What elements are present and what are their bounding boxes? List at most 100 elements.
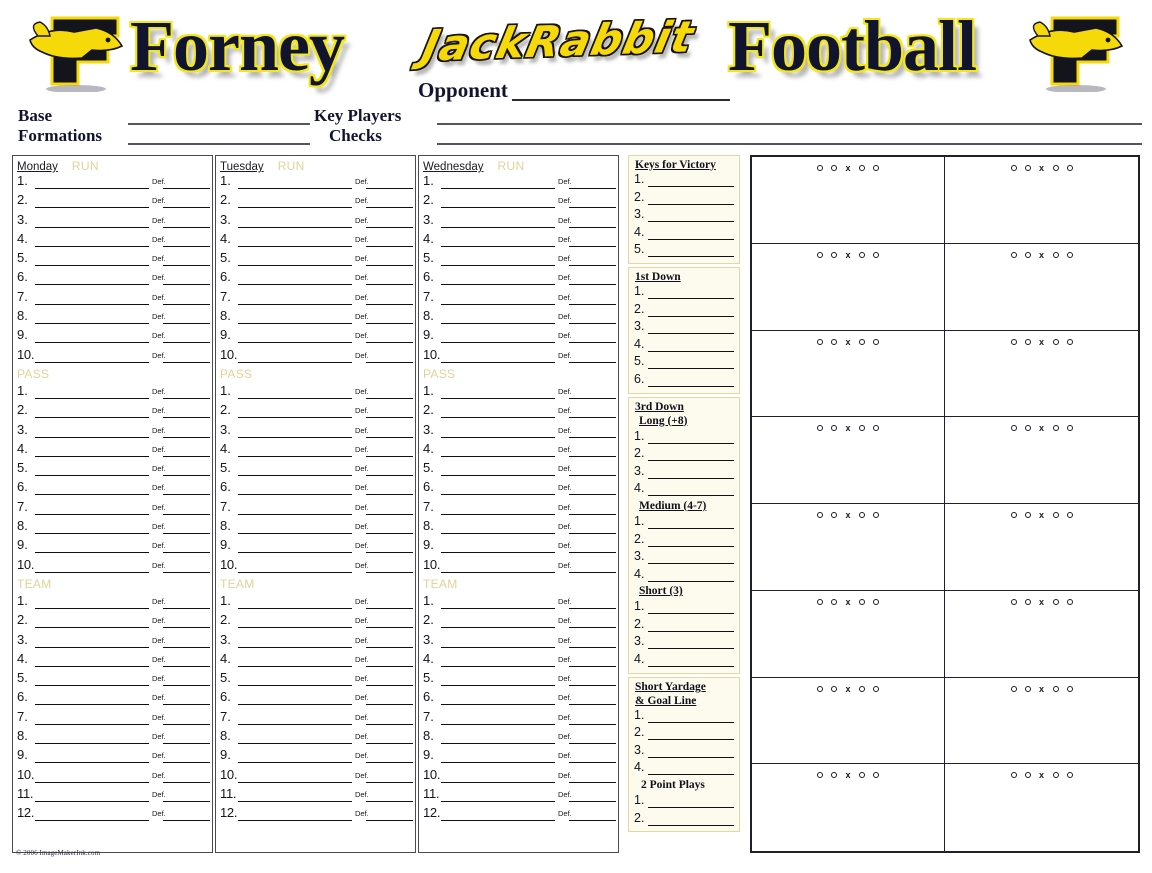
situation-call-row[interactable]: 3. xyxy=(632,319,736,337)
play-call-write-in-line[interactable] xyxy=(441,188,555,189)
defense-write-in-line[interactable] xyxy=(366,552,413,554)
defense-write-in-line[interactable] xyxy=(163,245,210,247)
play-call-write-in-line[interactable] xyxy=(441,800,555,802)
situation-write-in-line[interactable] xyxy=(648,315,734,317)
play-call-row[interactable]: 4. Def. xyxy=(216,231,415,250)
defense-write-in-line[interactable] xyxy=(366,743,413,745)
play-call-write-in-line[interactable] xyxy=(238,533,352,535)
play-call-write-in-line[interactable] xyxy=(238,704,352,706)
situation-write-in-line[interactable] xyxy=(648,563,734,565)
play-call-write-in-line[interactable] xyxy=(441,646,555,648)
defense-write-in-line[interactable] xyxy=(366,607,413,609)
play-call-write-in-line[interactable] xyxy=(35,361,149,363)
defense-write-in-line[interactable] xyxy=(163,627,210,629)
play-call-write-in-line[interactable] xyxy=(441,627,555,629)
play-call-write-in-line[interactable] xyxy=(238,188,352,189)
play-call-write-in-line[interactable] xyxy=(35,743,149,745)
situation-write-in-line[interactable] xyxy=(648,477,734,479)
play-call-write-in-line[interactable] xyxy=(441,475,555,477)
play-call-write-in-line[interactable] xyxy=(238,245,352,247)
defense-write-in-line[interactable] xyxy=(163,361,210,363)
situation-call-row[interactable]: 4. xyxy=(632,481,736,499)
play-call-write-in-line[interactable] xyxy=(441,494,555,496)
defense-write-in-line[interactable] xyxy=(366,188,413,189)
defense-write-in-line[interactable] xyxy=(569,265,616,267)
play-call-row[interactable]: 7. Def. xyxy=(216,499,415,518)
defense-write-in-line[interactable] xyxy=(366,361,413,363)
play-call-write-in-line[interactable] xyxy=(441,533,555,535)
situation-call-row[interactable]: 5. xyxy=(632,354,736,372)
play-call-write-in-line[interactable] xyxy=(35,436,149,438)
defense-write-in-line[interactable] xyxy=(163,665,210,667)
defense-write-in-line[interactable] xyxy=(163,533,210,535)
defense-write-in-line[interactable] xyxy=(366,245,413,247)
play-call-row[interactable]: 5. Def. xyxy=(216,250,415,269)
play-diagram-cell[interactable]: x xyxy=(945,243,1138,331)
play-call-write-in-line[interactable] xyxy=(238,762,352,764)
defense-write-in-line[interactable] xyxy=(366,513,413,515)
play-call-write-in-line[interactable] xyxy=(441,417,555,419)
play-call-row[interactable]: 10. Def. xyxy=(216,347,415,366)
play-call-row[interactable]: 7. Def. xyxy=(13,499,212,518)
situation-write-in-line[interactable] xyxy=(648,648,734,650)
play-call-row[interactable]: 8. Def. xyxy=(13,728,212,747)
play-call-row[interactable]: 7. Def. xyxy=(419,289,618,308)
play-call-row[interactable]: 6. Def. xyxy=(419,479,618,498)
defense-write-in-line[interactable] xyxy=(163,417,210,419)
play-call-row[interactable]: 6. Def. xyxy=(216,689,415,708)
play-call-write-in-line[interactable] xyxy=(238,665,352,667)
play-call-write-in-line[interactable] xyxy=(441,820,555,822)
defense-write-in-line[interactable] xyxy=(163,397,210,399)
situation-write-in-line[interactable] xyxy=(648,739,734,741)
play-call-write-in-line[interactable] xyxy=(35,265,149,267)
situation-call-row[interactable]: 1. xyxy=(632,172,736,190)
play-call-row[interactable]: 5. Def. xyxy=(13,670,212,689)
play-call-row[interactable]: 10. Def. xyxy=(419,557,618,576)
play-diagram-cell[interactable]: x xyxy=(752,504,945,591)
defense-write-in-line[interactable] xyxy=(569,704,616,706)
defense-write-in-line[interactable] xyxy=(163,723,210,725)
play-diagram-cell[interactable]: x xyxy=(752,157,945,244)
play-call-write-in-line[interactable] xyxy=(35,342,149,344)
defense-write-in-line[interactable] xyxy=(569,685,616,687)
play-call-write-in-line[interactable] xyxy=(238,800,352,802)
play-call-row[interactable]: 8. Def. xyxy=(419,728,618,747)
situation-call-row[interactable]: 3. xyxy=(632,207,736,225)
play-call-row[interactable]: 9. Def. xyxy=(13,537,212,556)
play-call-row[interactable]: 2. Def. xyxy=(216,402,415,421)
play-call-row[interactable]: 3. Def. xyxy=(216,632,415,651)
play-call-write-in-line[interactable] xyxy=(238,303,352,305)
play-call-row[interactable]: 7. Def. xyxy=(13,709,212,728)
key-players-write-in-line[interactable] xyxy=(437,123,1142,125)
play-diagram-cell[interactable]: x xyxy=(752,243,945,331)
defense-write-in-line[interactable] xyxy=(366,475,413,477)
play-call-row[interactable]: 4. Def. xyxy=(419,651,618,670)
play-call-write-in-line[interactable] xyxy=(35,820,149,822)
defense-write-in-line[interactable] xyxy=(366,627,413,629)
situation-call-row[interactable]: 2. xyxy=(632,617,736,635)
defense-write-in-line[interactable] xyxy=(163,436,210,438)
play-call-row[interactable]: 2. Def. xyxy=(216,612,415,631)
play-call-row[interactable]: 9. Def. xyxy=(216,327,415,346)
play-call-row[interactable]: 6. Def. xyxy=(419,689,618,708)
situation-call-row[interactable]: 3. xyxy=(632,634,736,652)
play-call-row[interactable]: 10. Def. xyxy=(419,767,618,786)
play-call-row[interactable]: 3. Def. xyxy=(419,422,618,441)
play-call-write-in-line[interactable] xyxy=(35,781,149,783)
defense-write-in-line[interactable] xyxy=(366,265,413,267)
play-call-row[interactable]: 6. Def. xyxy=(13,479,212,498)
play-call-row[interactable]: 7. Def. xyxy=(419,709,618,728)
situation-call-row[interactable]: 4. xyxy=(632,225,736,243)
defense-write-in-line[interactable] xyxy=(366,762,413,764)
play-call-write-in-line[interactable] xyxy=(441,342,555,344)
defense-write-in-line[interactable] xyxy=(163,342,210,344)
play-call-row[interactable]: 9. Def. xyxy=(13,747,212,766)
play-call-write-in-line[interactable] xyxy=(238,417,352,419)
defense-write-in-line[interactable] xyxy=(163,207,210,209)
play-call-row[interactable]: 10. Def. xyxy=(216,557,415,576)
play-call-write-in-line[interactable] xyxy=(441,552,555,554)
play-diagram-cell[interactable]: x xyxy=(945,504,1138,591)
situation-write-in-line[interactable] xyxy=(648,203,734,205)
defense-write-in-line[interactable] xyxy=(569,397,616,399)
play-call-row[interactable]: 2. Def. xyxy=(216,192,415,211)
